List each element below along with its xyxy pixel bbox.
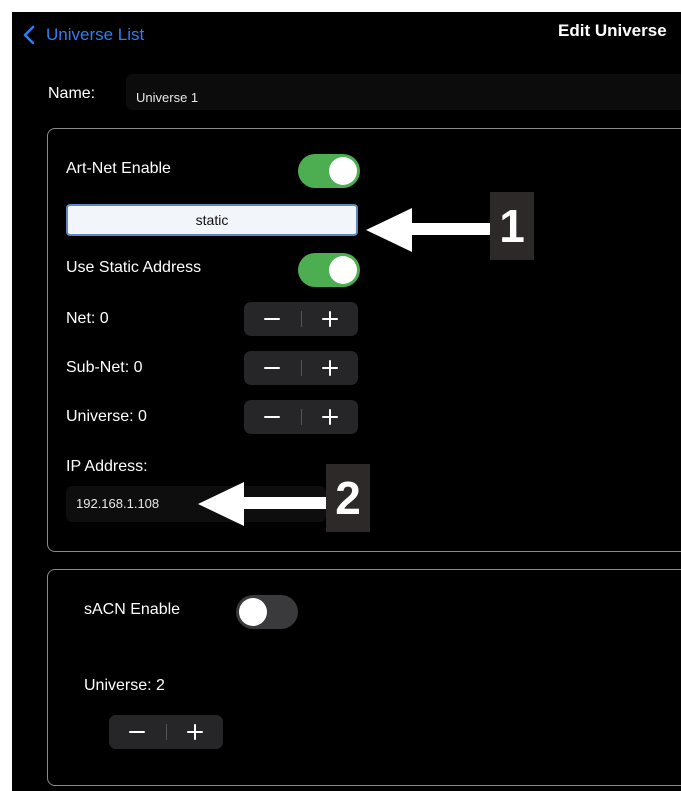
net-label: Net: 0 <box>66 310 109 327</box>
back-button-label: Universe List <box>46 25 145 44</box>
sacn-universe-decrement-button[interactable] <box>109 715 166 749</box>
subnet-decrement-button[interactable] <box>244 351 301 385</box>
name-field[interactable] <box>126 74 681 110</box>
use-static-address-label: Use Static Address <box>66 259 202 276</box>
arrow-left-icon <box>198 482 328 526</box>
subnet-stepper <box>244 351 358 385</box>
sacn-enable-label: sACN Enable <box>84 601 181 618</box>
universe-label: Universe: 0 <box>66 408 147 425</box>
use-static-address-toggle[interactable] <box>298 253 360 287</box>
plus-icon <box>186 724 203 740</box>
toggle-knob <box>329 256 357 284</box>
address-mode-selector[interactable]: static <box>66 204 358 236</box>
callout-1: 1 <box>490 192 534 260</box>
address-mode-value: static <box>195 212 229 228</box>
plus-icon <box>321 311 338 327</box>
name-label: Name: <box>48 85 96 102</box>
minus-icon <box>264 318 281 320</box>
edit-universe-screen: Universe List Edit Universe Name: Art-Ne… <box>12 12 681 791</box>
sacn-universe-label: Universe: 2 <box>84 677 165 694</box>
ip-address-label: IP Address: <box>66 458 148 475</box>
net-decrement-button[interactable] <box>244 302 301 336</box>
arrow-left-icon <box>366 208 492 252</box>
callout-2: 2 <box>326 464 370 532</box>
minus-icon <box>129 731 146 733</box>
universe-decrement-button[interactable] <box>244 400 301 434</box>
minus-icon <box>264 367 281 369</box>
subnet-label: Sub-Net: 0 <box>66 359 143 376</box>
sacn-enable-toggle[interactable] <box>236 595 298 629</box>
sacn-universe-increment-button[interactable] <box>167 715 224 749</box>
plus-icon <box>321 360 338 376</box>
net-increment-button[interactable] <box>302 302 359 336</box>
toggle-knob <box>329 157 357 185</box>
minus-icon <box>264 416 281 418</box>
back-button[interactable]: Universe List <box>20 20 144 50</box>
chevron-left-icon <box>23 25 35 45</box>
toggle-knob <box>239 598 267 626</box>
universe-stepper <box>244 400 358 434</box>
subnet-increment-button[interactable] <box>302 351 359 385</box>
plus-icon <box>321 409 338 425</box>
sacn-universe-stepper <box>109 715 223 749</box>
artnet-enable-toggle[interactable] <box>298 154 360 188</box>
artnet-enable-label: Art-Net Enable <box>66 160 171 177</box>
net-stepper <box>244 302 358 336</box>
universe-increment-button[interactable] <box>302 400 359 434</box>
page-title: Edit Universe <box>558 21 667 40</box>
